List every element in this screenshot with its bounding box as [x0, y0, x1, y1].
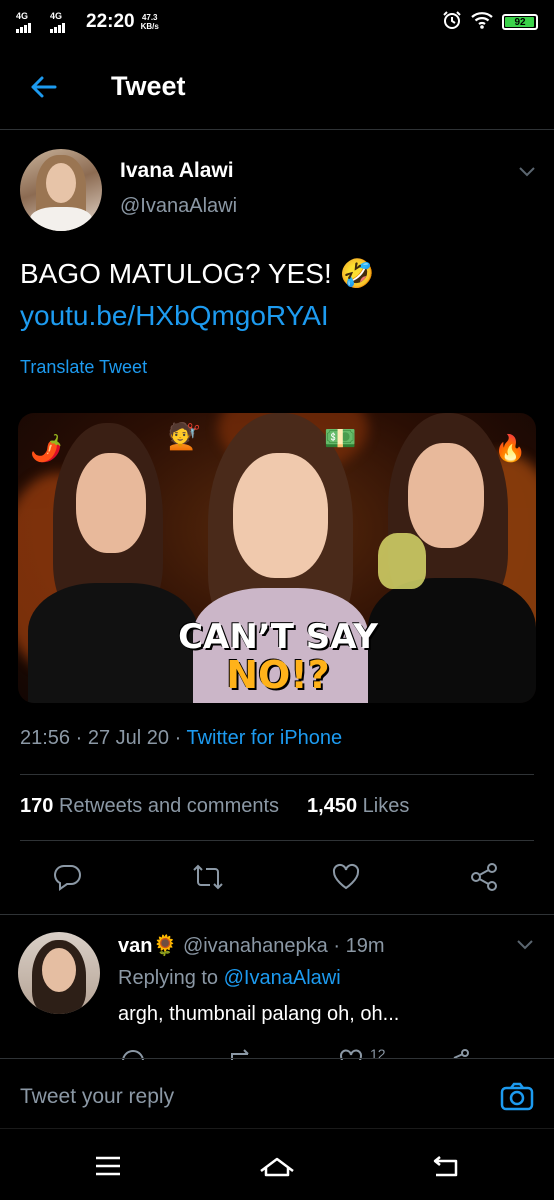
reply-compose-bar[interactable]: Tweet your reply: [0, 1058, 554, 1128]
tweet-stats: 170 Retweets and comments 1,450 Likes: [20, 795, 409, 818]
back-button[interactable]: [0, 44, 86, 130]
network-speed: 47.3 KB/s: [140, 13, 159, 31]
tweet-source-link[interactable]: Twitter for iPhone: [186, 727, 342, 749]
divider: [0, 914, 554, 915]
reply-button[interactable]: [48, 857, 88, 897]
top-app-bar: Tweet: [0, 44, 554, 130]
share-icon: [471, 863, 497, 891]
reply-display-name[interactable]: van🌻: [118, 935, 177, 957]
chili-emoji: 🌶️: [30, 433, 63, 463]
menu-icon[interactable]: [94, 1155, 122, 1177]
retweet-button[interactable]: [188, 857, 228, 897]
system-navigation-bar: [0, 1128, 554, 1200]
retweet-icon: [193, 864, 223, 890]
battery-icon: 92: [502, 14, 538, 30]
media-thumbnail[interactable]: 🌶️ 💇 💵 🔥 CAN’T SAY NO!?: [18, 413, 536, 703]
divider: [20, 840, 534, 841]
tweet-actions: [0, 857, 554, 897]
tweet-author[interactable]: Ivana Alawi @IvanaAlawi: [20, 149, 237, 231]
translate-tweet-link[interactable]: Translate Tweet: [20, 357, 147, 378]
tweet-link[interactable]: youtu.be/HXbQmgoRYAI: [20, 295, 374, 337]
home-icon[interactable]: [258, 1155, 296, 1179]
tweet-text: BAGO MATULOG? YES! 🤣: [20, 258, 375, 289]
divider: [20, 774, 534, 775]
thumbnail-caption: CAN’T SAY NO!?: [178, 617, 378, 697]
tweet-date: 27 Jul 20: [87, 727, 170, 749]
retweets-stat[interactable]: 170 Retweets and comments: [20, 795, 279, 818]
author-handle[interactable]: @IvanaAlawi: [120, 195, 237, 218]
status-time: 22:20: [86, 11, 135, 32]
money-emoji: 💵: [324, 423, 357, 453]
back-nav-icon[interactable]: [430, 1155, 460, 1179]
like-button[interactable]: [326, 857, 366, 897]
replying-to: Replying to @IvanaAlawi: [118, 967, 341, 989]
comment-icon: [54, 864, 81, 891]
reply-menu-button[interactable]: [516, 938, 534, 956]
status-bar: 4G 4G 22:20 47.3 KB/s 92: [0, 0, 554, 44]
author-display-name[interactable]: Ivana Alawi: [120, 159, 237, 183]
tweet-time: 21:56: [20, 727, 71, 749]
reply-input[interactable]: Tweet your reply: [20, 1085, 174, 1109]
fire-emoji: 🔥: [494, 433, 527, 463]
camera-button[interactable]: [500, 1081, 534, 1116]
camera-icon: [500, 1082, 534, 1111]
tweet-body: BAGO MATULOG? YES! 🤣 youtu.be/HXbQmgoRYA…: [20, 253, 374, 337]
avatar[interactable]: [18, 932, 100, 1014]
page-title: Tweet: [111, 71, 186, 101]
tweet-menu-button[interactable]: [518, 165, 536, 183]
haircut-emoji: 💇: [168, 421, 201, 451]
reply-header: van🌻 @ivanahanepka · 19m: [118, 935, 385, 957]
reply-mention-link[interactable]: @IvanaAlawi: [224, 967, 341, 989]
chevron-down-icon: [517, 940, 533, 950]
tweet-meta: 21:56 · 27 Jul 20 · Twitter for iPhone: [20, 727, 343, 749]
back-arrow-icon: [31, 76, 57, 97]
likes-stat[interactable]: 1,450 Likes: [307, 795, 409, 818]
wifi-icon: [470, 10, 494, 35]
chevron-down-icon: [519, 167, 535, 177]
share-button[interactable]: [464, 857, 504, 897]
avatar[interactable]: [20, 149, 102, 231]
reply-handle[interactable]: @ivanahanepka: [183, 935, 328, 957]
signal-strength-icon: 4G: [50, 11, 74, 33]
reply-text: argh, thumbnail palang oh, oh...: [118, 1003, 400, 1025]
alarm-icon: [442, 10, 462, 35]
like-icon: [332, 863, 360, 890]
signal-strength-icon: 4G: [16, 11, 40, 33]
reply-age: 19m: [345, 935, 385, 957]
